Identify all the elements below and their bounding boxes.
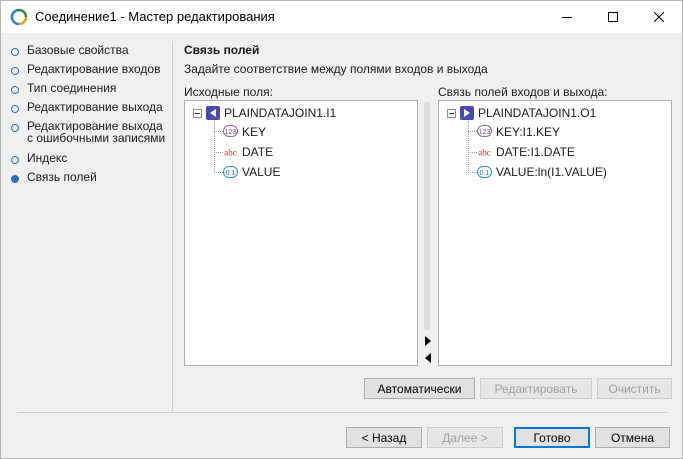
close-button[interactable] bbox=[636, 1, 682, 33]
nav-step-label: Базовые свойства bbox=[27, 43, 129, 57]
nav-step-label: Редактирование входов bbox=[27, 62, 161, 76]
wizard-steps-nav: Базовые свойства Редактирование входов Т… bbox=[1, 33, 172, 413]
tree-field-key[interactable]: KEY bbox=[242, 125, 266, 139]
page-title: Связь полей bbox=[184, 43, 260, 57]
step-marker-icon bbox=[11, 48, 19, 56]
nav-step-edit-error-output[interactable]: Редактирование выхода с ошибочными запис… bbox=[11, 120, 167, 144]
tree-guide bbox=[214, 152, 223, 153]
maximize-icon bbox=[608, 12, 618, 22]
tree-field-value[interactable]: VALUE bbox=[242, 165, 280, 179]
wizard-window: Соединение1 - Мастер редактирования Базо… bbox=[0, 0, 683, 459]
auto-link-button[interactable]: Автоматически bbox=[364, 378, 475, 399]
tree-guide bbox=[214, 121, 215, 173]
nav-step-label: Индекс bbox=[27, 151, 68, 165]
transfer-splitter bbox=[418, 100, 437, 366]
nav-step-join-type[interactable]: Тип соединения bbox=[11, 82, 167, 94]
step-marker-icon bbox=[11, 156, 19, 164]
splitter-track bbox=[424, 102, 430, 330]
output-icon bbox=[460, 106, 474, 120]
nav-step-label: Редактирование выхода bbox=[27, 100, 163, 114]
tree-root-label: PLAINDATAJOIN1.I1 bbox=[224, 106, 337, 120]
step-marker-icon bbox=[11, 105, 19, 113]
window-title: Соединение1 - Мастер редактирования bbox=[35, 9, 275, 24]
close-icon bbox=[654, 12, 664, 22]
collapse-icon[interactable] bbox=[447, 108, 456, 118]
minimize-button[interactable] bbox=[544, 1, 590, 33]
arrow-left-icon bbox=[424, 352, 431, 363]
integer-type-icon: 123 bbox=[477, 125, 492, 137]
step-marker-active-icon bbox=[11, 175, 19, 183]
string-type-icon: abc bbox=[224, 148, 237, 158]
app-icon bbox=[10, 8, 28, 26]
link-fields-label: Связь полей входов и выхода: bbox=[438, 85, 608, 99]
string-type-icon: abc bbox=[478, 148, 491, 158]
input-icon bbox=[206, 106, 220, 120]
tree-link-key[interactable]: KEY:I1.KEY bbox=[496, 125, 560, 139]
remove-link-button[interactable] bbox=[420, 350, 435, 365]
step-marker-icon bbox=[11, 86, 19, 94]
tree-guide bbox=[468, 121, 469, 173]
next-button[interactable]: Далее > bbox=[427, 427, 503, 448]
float-type-icon: 0.1 bbox=[223, 166, 238, 178]
tree-link-value[interactable]: VALUE:ln(I1.VALUE) bbox=[496, 165, 607, 179]
svg-text:123: 123 bbox=[479, 129, 491, 136]
tree-node-output-root[interactable]: PLAINDATAJOIN1.O1 bbox=[447, 106, 596, 120]
tree-root-label: PLAINDATAJOIN1.O1 bbox=[478, 106, 597, 120]
nav-step-label: Тип соединения bbox=[27, 81, 117, 95]
nav-step-edit-inputs[interactable]: Редактирование входов bbox=[11, 63, 167, 75]
link-fields-tree[interactable]: PLAINDATAJOIN1.O1 123 KEY:I1.KEY abc DAT… bbox=[438, 100, 672, 366]
page-subtitle: Задайте соответствие между полями входов… bbox=[184, 62, 488, 76]
source-fields-label: Исходные поля: bbox=[184, 85, 273, 99]
step-marker-icon bbox=[11, 124, 19, 132]
done-button[interactable]: Готово bbox=[514, 427, 590, 448]
float-type-icon: 0.1 bbox=[477, 166, 492, 178]
tree-link-date[interactable]: DATE:I1.DATE bbox=[496, 145, 575, 159]
collapse-icon[interactable] bbox=[193, 108, 202, 118]
arrow-right-icon bbox=[424, 335, 431, 346]
nav-step-field-links[interactable]: Связь полей bbox=[11, 171, 167, 183]
footer-divider bbox=[17, 412, 667, 413]
svg-text:123: 123 bbox=[225, 129, 237, 136]
nav-step-edit-output[interactable]: Редактирование выхода bbox=[11, 101, 167, 113]
step-marker-icon bbox=[11, 67, 19, 75]
svg-text:0.1: 0.1 bbox=[226, 170, 236, 177]
maximize-button[interactable] bbox=[590, 1, 636, 33]
title-bar: Соединение1 - Мастер редактирования bbox=[1, 1, 682, 33]
minimize-icon bbox=[562, 17, 572, 18]
svg-text:abc: abc bbox=[478, 148, 491, 158]
tree-node-input-root[interactable]: PLAINDATAJOIN1.I1 bbox=[193, 106, 336, 120]
tree-guide bbox=[214, 131, 223, 132]
tree-guide bbox=[468, 172, 477, 173]
cancel-button[interactable]: Отмена bbox=[595, 427, 670, 448]
clear-links-button[interactable]: Очистить bbox=[597, 378, 672, 399]
nav-divider bbox=[172, 41, 173, 412]
svg-text:0.1: 0.1 bbox=[480, 170, 490, 177]
nav-step-label: Редактирование выхода с ошибочными запис… bbox=[27, 119, 166, 145]
tree-guide bbox=[468, 131, 477, 132]
integer-type-icon: 123 bbox=[223, 125, 238, 137]
svg-text:abc: abc bbox=[224, 148, 237, 158]
nav-step-label: Связь полей bbox=[27, 170, 97, 184]
nav-step-basic-properties[interactable]: Базовые свойства bbox=[11, 44, 167, 56]
tree-guide bbox=[214, 172, 223, 173]
edit-link-button[interactable]: Редактировать bbox=[480, 378, 592, 399]
source-fields-tree[interactable]: PLAINDATAJOIN1.I1 123 KEY abc DATE 0.1 V… bbox=[184, 100, 418, 366]
back-button[interactable]: < Назад bbox=[346, 427, 422, 448]
tree-guide bbox=[468, 152, 477, 153]
add-link-button[interactable] bbox=[420, 333, 435, 348]
nav-step-index[interactable]: Индекс bbox=[11, 152, 167, 164]
tree-field-date[interactable]: DATE bbox=[242, 145, 273, 159]
